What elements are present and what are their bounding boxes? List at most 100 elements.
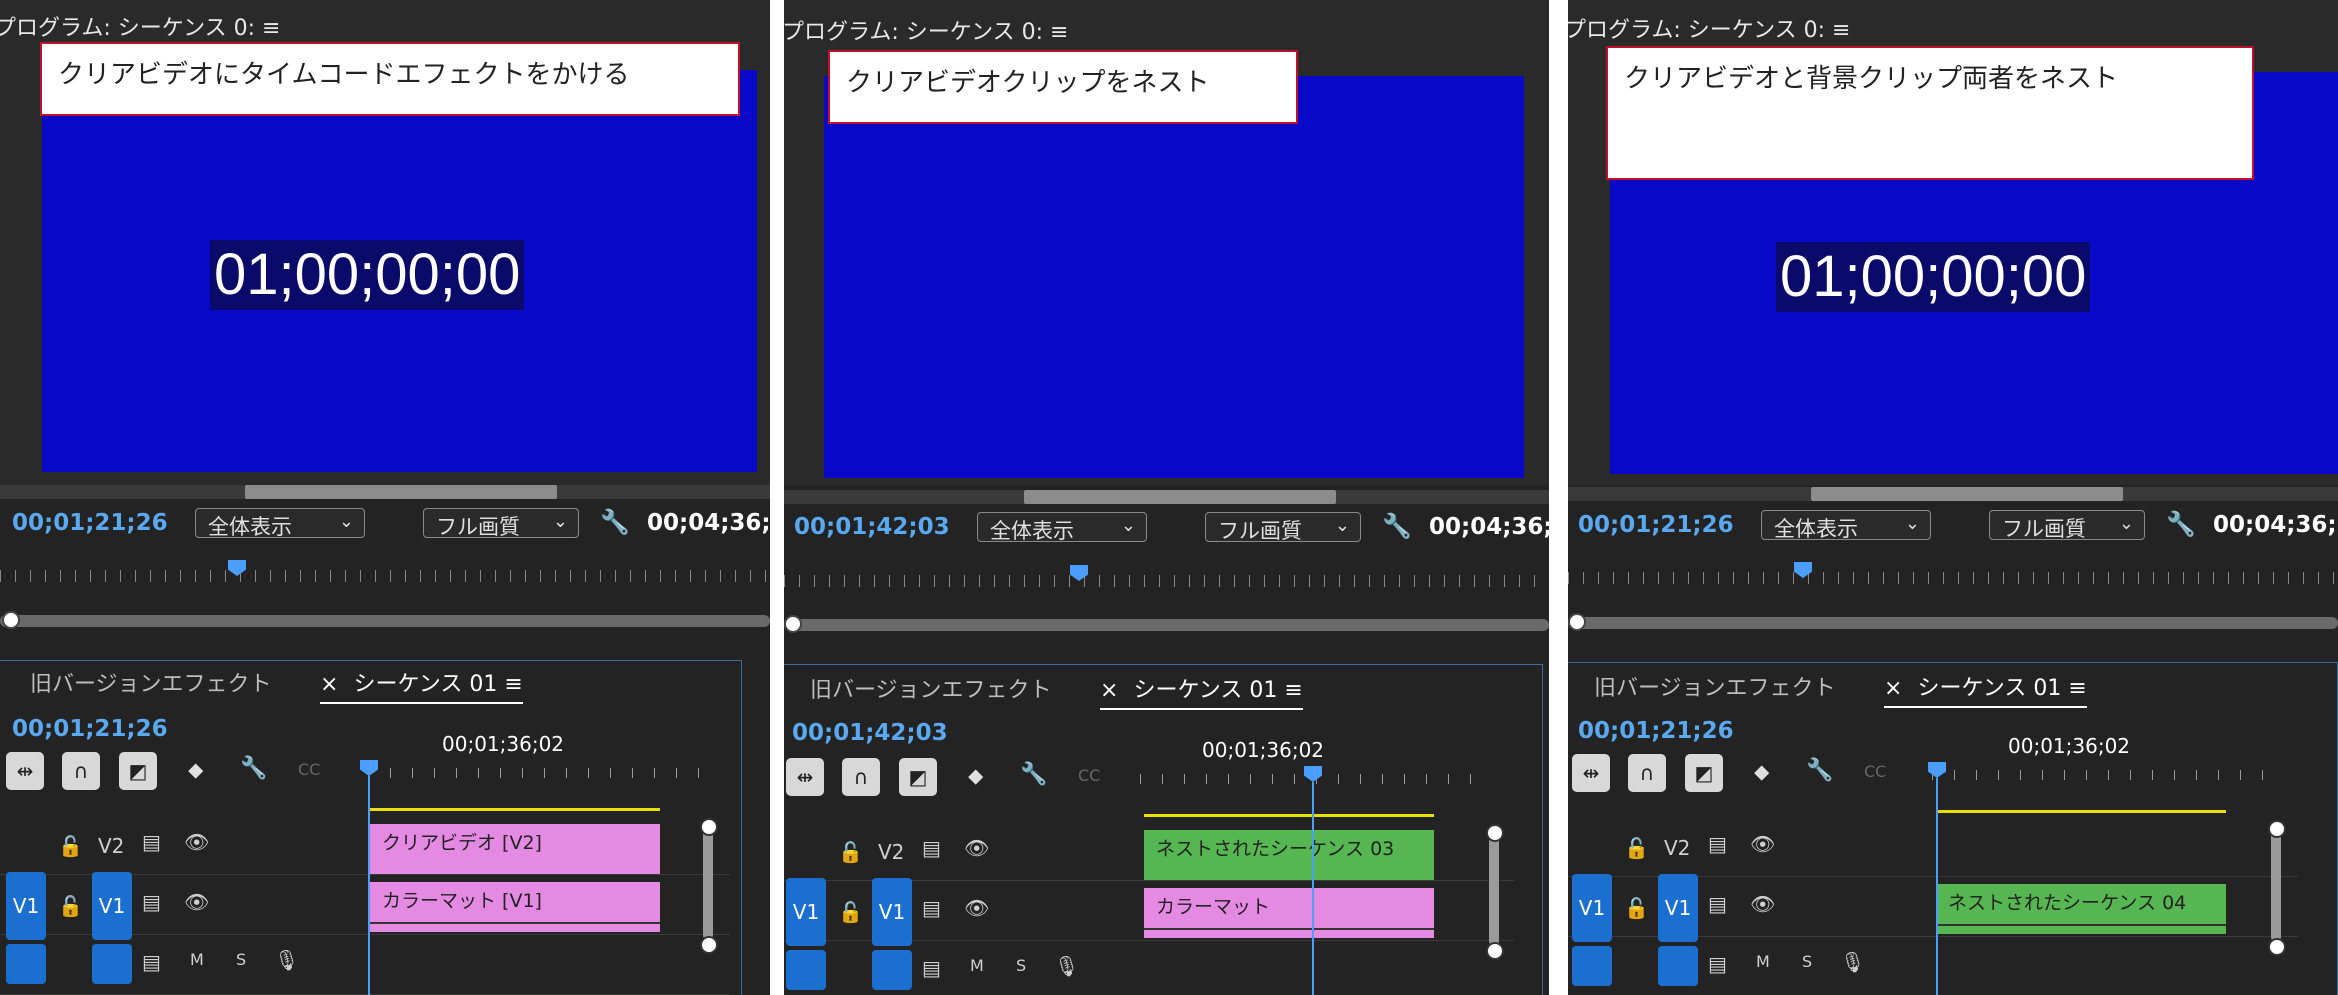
mic-icon[interactable]: 🎙 (1054, 954, 1079, 978)
close-icon[interactable]: × (320, 672, 338, 697)
vscroll-knob-bottom[interactable] (700, 936, 718, 954)
film-icon[interactable]: ▤ (142, 830, 161, 854)
close-icon[interactable]: × (1100, 678, 1118, 703)
eye-icon[interactable]: 👁 (184, 890, 209, 914)
program-title[interactable]: プログラム: シーケンス 0: ≡ (0, 10, 280, 42)
zoom-scrollbar[interactable] (784, 619, 1549, 631)
linked-selection-icon[interactable]: ◩ (899, 758, 937, 796)
wrench-icon[interactable]: 🔧 (240, 756, 267, 781)
ripple-tool-icon[interactable]: ⇹ (6, 752, 44, 790)
eye-icon[interactable]: 👁 (1750, 832, 1775, 856)
mute-button[interactable]: M (1756, 952, 1770, 971)
film-icon[interactable]: ▤ (922, 956, 941, 980)
lock-icon[interactable]: 🔓 (1624, 836, 1649, 860)
lock-icon[interactable]: 🔓 (838, 900, 863, 924)
monitor-scroll-thumb[interactable] (245, 485, 557, 499)
source-a1-button[interactable] (1572, 946, 1612, 986)
source-v1-button[interactable]: V1 (1572, 874, 1612, 942)
film-icon[interactable]: ▤ (142, 950, 161, 974)
vscroll-knob-bottom[interactable] (1486, 942, 1504, 960)
current-timecode[interactable]: 00;01;21;26 (1578, 512, 1734, 538)
monitor-ruler[interactable] (784, 565, 1549, 593)
tab-sequence-01[interactable]: × シーケンス 01 ≡ (1884, 670, 2087, 708)
film-icon[interactable]: ▤ (922, 836, 941, 860)
mute-button[interactable]: M (190, 950, 204, 969)
tab-legacy-effects[interactable]: 旧バージョンエフェクト (30, 666, 272, 698)
cc-icon[interactable]: CC (1864, 762, 1886, 781)
target-v1-button[interactable]: V1 (1658, 874, 1698, 942)
current-timecode[interactable]: 00;01;21;26 (12, 510, 168, 536)
quality-dropdown[interactable]: フル画質 ⌄ (423, 508, 579, 539)
zoom-scrollbar[interactable] (0, 615, 770, 627)
close-icon[interactable]: × (1884, 676, 1902, 701)
film-icon[interactable]: ▤ (142, 890, 161, 914)
vscroll-knob-bottom[interactable] (2268, 938, 2286, 956)
zoom-scroll-knob[interactable] (784, 615, 802, 633)
linked-selection-icon[interactable]: ◩ (119, 752, 157, 790)
cc-icon[interactable]: CC (1078, 766, 1100, 785)
lock-icon[interactable]: 🔓 (58, 894, 83, 918)
clip-v2[interactable]: クリアビデオ [V2] (370, 824, 660, 874)
quality-dropdown[interactable]: フル画質 ⌄ (1205, 512, 1361, 543)
clip-v1[interactable]: ネストされたシーケンス 04 (1936, 884, 2226, 934)
program-title[interactable]: プログラム: シーケンス 0: ≡ (1568, 12, 1850, 44)
lock-icon[interactable]: 🔓 (1624, 896, 1649, 920)
vscroll-knob-top[interactable] (1486, 824, 1504, 842)
eye-icon[interactable]: 👁 (184, 830, 209, 854)
zoom-scroll-knob[interactable] (2, 611, 20, 629)
eye-icon[interactable]: 👁 (964, 836, 989, 860)
mute-button[interactable]: M (970, 956, 984, 975)
vscroll-knob-top[interactable] (2268, 820, 2286, 838)
monitor-ruler[interactable] (1568, 562, 2338, 590)
clip-v1[interactable]: カラーマット [V1] (370, 882, 660, 932)
lock-icon[interactable]: 🔓 (838, 840, 863, 864)
film-icon[interactable]: ▤ (1708, 832, 1727, 856)
timeline-timecode[interactable]: 00;01;21;26 (12, 716, 168, 742)
tab-legacy-effects[interactable]: 旧バージョンエフェクト (1594, 670, 1836, 702)
tab-sequence-01[interactable]: × シーケンス 01 ≡ (320, 666, 523, 704)
marker-icon[interactable]: ⬥ (968, 764, 983, 789)
solo-button[interactable]: S (1016, 956, 1026, 975)
source-a1-button[interactable] (6, 944, 46, 984)
target-v1-button[interactable]: V1 (92, 872, 132, 940)
film-icon[interactable]: ▤ (1708, 952, 1727, 976)
work-area-bar[interactable] (370, 808, 660, 811)
source-v1-button[interactable]: V1 (6, 872, 46, 940)
wrench-icon[interactable]: 🔧 (1020, 762, 1047, 787)
snap-magnet-icon[interactable]: ∩ (842, 758, 880, 796)
source-a1-button[interactable] (786, 950, 826, 990)
target-a1-button[interactable] (92, 944, 132, 984)
linked-selection-icon[interactable]: ◩ (1685, 754, 1723, 792)
vscroll-knob-top[interactable] (700, 818, 718, 836)
monitor-scroll-thumb[interactable] (1811, 487, 2123, 501)
zoom-dropdown[interactable]: 全体表示 ⌄ (977, 512, 1147, 543)
monitor-scroll-thumb[interactable] (1024, 490, 1336, 504)
current-timecode[interactable]: 00;01;42;03 (794, 514, 950, 540)
film-icon[interactable]: ▤ (1708, 892, 1727, 916)
timeline-vscroll[interactable] (703, 828, 713, 940)
snap-magnet-icon[interactable]: ∩ (1628, 754, 1666, 792)
clip-v1[interactable]: カラーマット (1144, 888, 1434, 938)
cc-icon[interactable]: CC (298, 760, 320, 779)
quality-dropdown[interactable]: フル画質 ⌄ (1989, 510, 2145, 541)
tab-legacy-effects[interactable]: 旧バージョンエフェクト (810, 672, 1052, 704)
timeline-vscroll[interactable] (1489, 834, 1499, 946)
wrench-icon[interactable]: 🔧 (1806, 758, 1833, 783)
monitor-scrollbar[interactable] (784, 490, 1549, 504)
target-a1-button[interactable] (1658, 946, 1698, 986)
monitor-scrollbar[interactable] (0, 485, 770, 499)
target-v1-button[interactable]: V1 (872, 878, 912, 946)
zoom-dropdown[interactable]: 全体表示 ⌄ (1761, 510, 1931, 541)
monitor-scrollbar[interactable] (1568, 487, 2338, 501)
work-area-bar[interactable] (1936, 810, 2226, 813)
sequence-ruler[interactable] (368, 760, 703, 780)
ripple-tool-icon[interactable]: ⇹ (786, 758, 824, 796)
lock-icon[interactable]: 🔓 (58, 834, 83, 858)
mic-icon[interactable]: 🎙 (1840, 950, 1865, 974)
timeline-timecode[interactable]: 00;01;21;26 (1578, 718, 1734, 744)
timeline-vscroll[interactable] (2271, 830, 2281, 942)
source-v1-button[interactable]: V1 (786, 878, 826, 946)
work-area-bar[interactable] (1144, 814, 1434, 817)
solo-button[interactable]: S (1802, 952, 1812, 971)
marker-icon[interactable]: ⬥ (1754, 760, 1769, 785)
